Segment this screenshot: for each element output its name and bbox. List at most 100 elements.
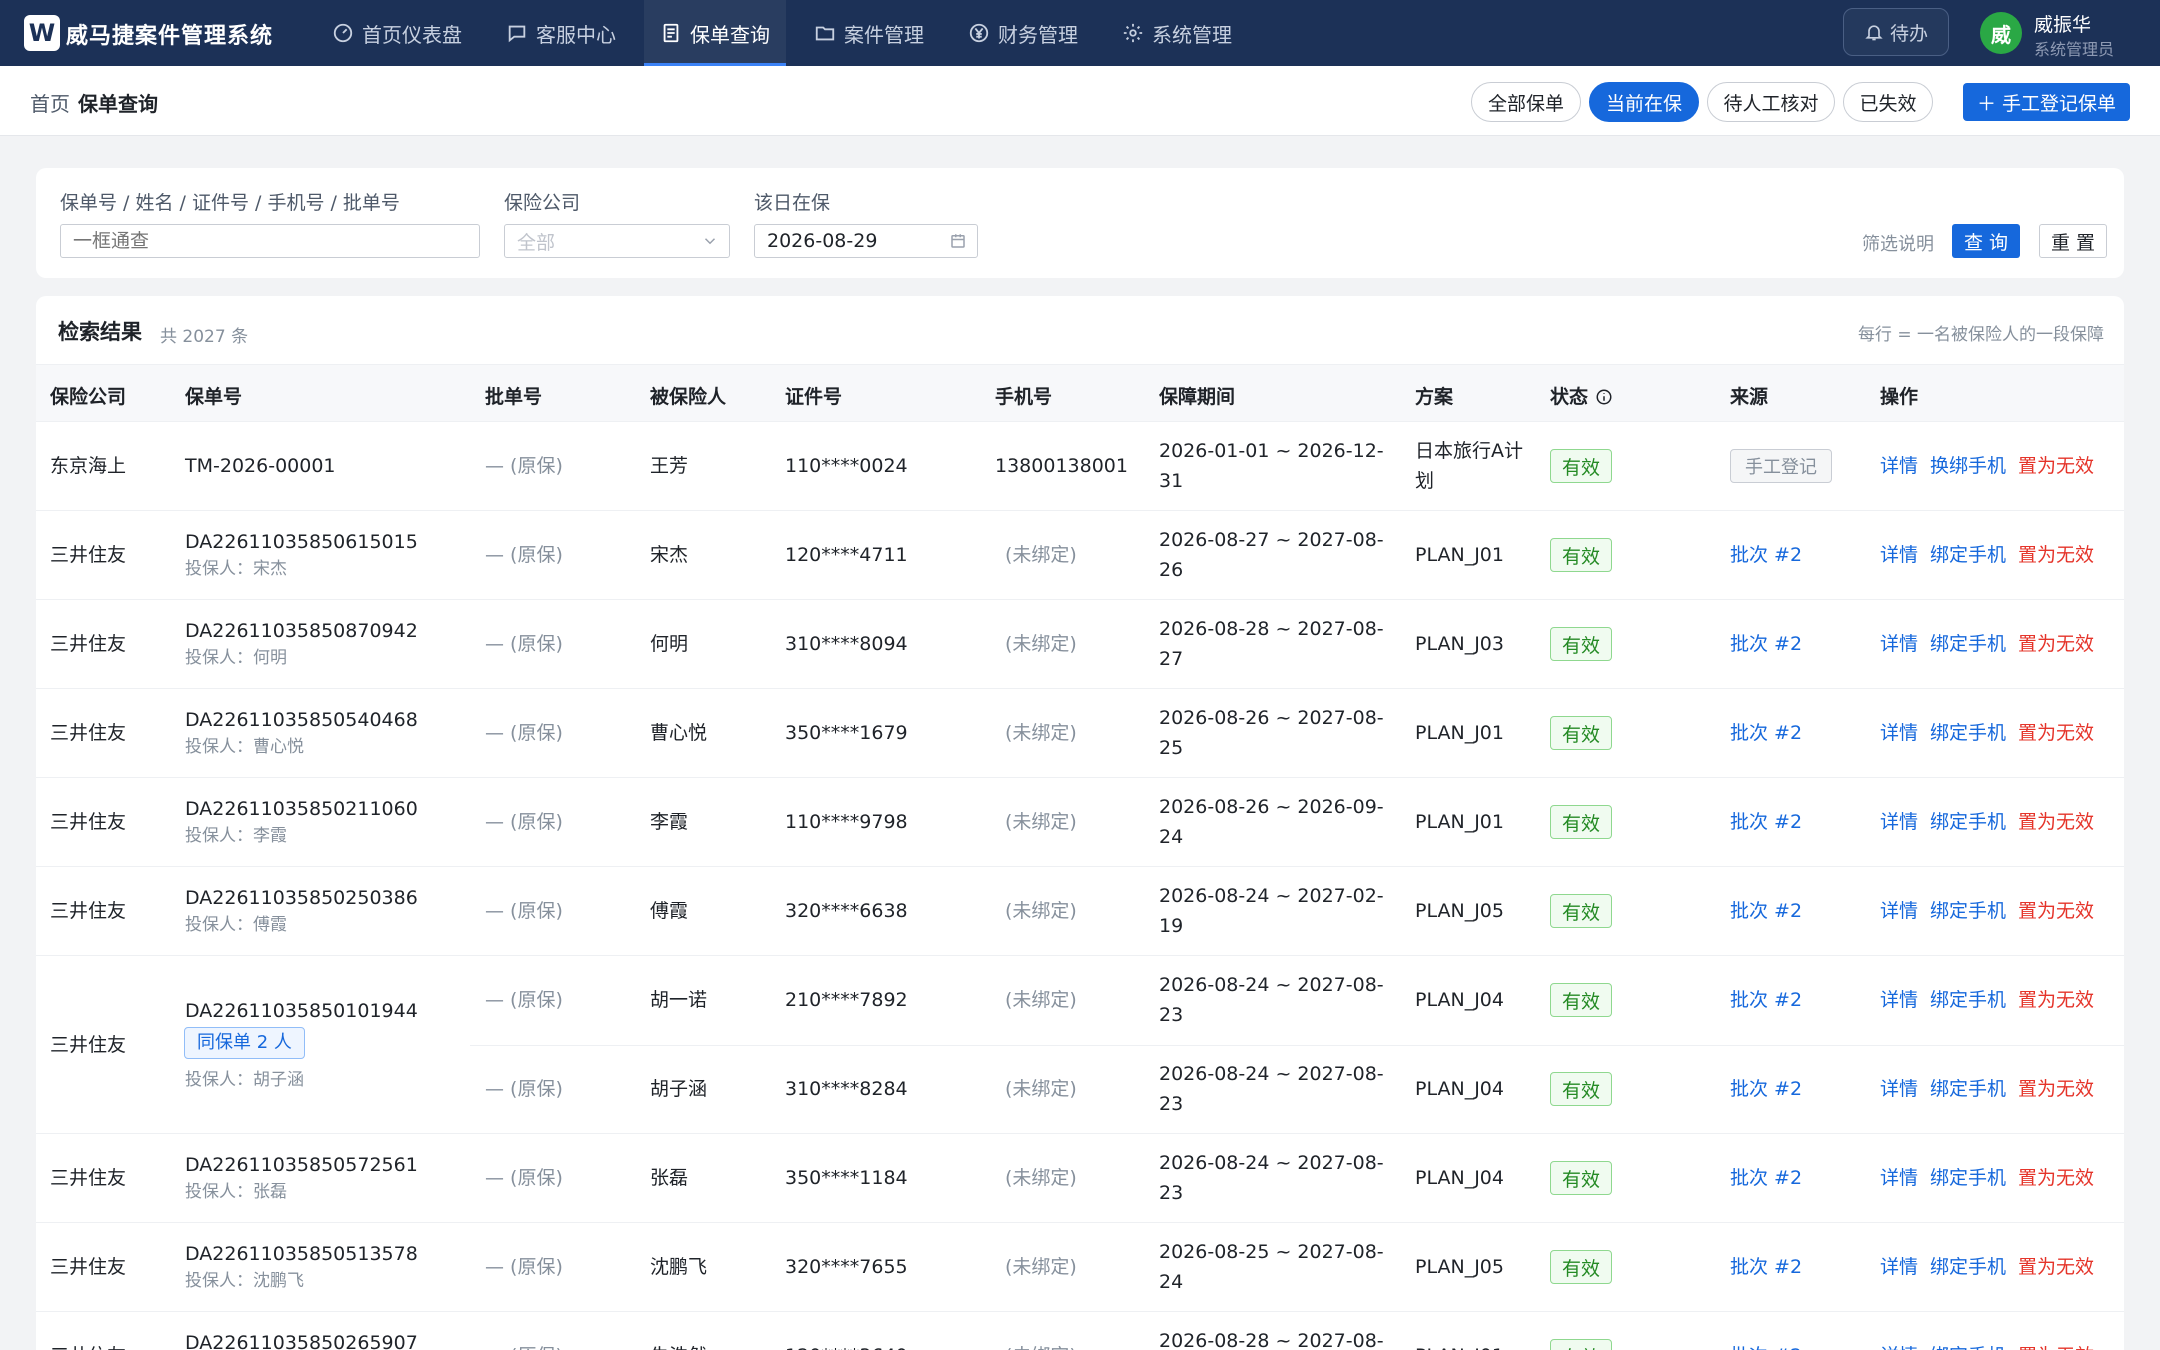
top-nav-bar: W 威马捷案件管理系统 首页仪表盘 客服中心 保单查询 案件管理 财务管理 系统… bbox=[0, 0, 2160, 66]
source-batch-link[interactable]: 批次 #2 bbox=[1730, 718, 1802, 748]
company-cell: 三井住友 bbox=[50, 1256, 127, 1278]
invalidate-link[interactable]: 置为无效 bbox=[2018, 989, 2094, 1011]
phone-bind-link[interactable]: 绑定手机 bbox=[1930, 989, 2006, 1011]
status-badge: 有效 bbox=[1550, 627, 1612, 661]
detail-link[interactable]: 详情 bbox=[1880, 544, 1918, 566]
endorsement-cell: — (原保) bbox=[485, 633, 563, 655]
status-badge: 有效 bbox=[1550, 1161, 1612, 1195]
phone-cell: (未绑定) bbox=[1005, 1167, 1077, 1189]
manual-register-button[interactable]: ＋ 手工登记保单 bbox=[1963, 83, 2130, 121]
detail-link[interactable]: 详情 bbox=[1880, 1345, 1918, 1350]
nav-item-finance[interactable]: 财务管理 bbox=[952, 0, 1094, 66]
todo-button[interactable]: 待办 bbox=[1843, 8, 1949, 56]
detail-link[interactable]: 详情 bbox=[1880, 811, 1918, 833]
policy-number-cell: DA22611035850250386 bbox=[185, 887, 418, 909]
invalidate-link[interactable]: 置为无效 bbox=[2018, 633, 2094, 655]
period-cell: 2026-08-24 ~ 2027-08-23 bbox=[1159, 974, 1384, 1026]
detail-link[interactable]: 详情 bbox=[1880, 1256, 1918, 1278]
source-batch-link[interactable]: 批次 #2 bbox=[1730, 807, 1802, 837]
source-batch-link[interactable]: 批次 #2 bbox=[1730, 1163, 1802, 1193]
source-batch-link[interactable]: 批次 #2 bbox=[1730, 1341, 1802, 1350]
info-icon[interactable] bbox=[1595, 388, 1613, 406]
insured-cell: 朱浩然 bbox=[650, 1341, 707, 1350]
phone-cell: (未绑定) bbox=[1005, 900, 1077, 922]
source-batch-link[interactable]: 批次 #2 bbox=[1730, 1252, 1802, 1282]
detail-link[interactable]: 详情 bbox=[1880, 633, 1918, 655]
source-batch-link[interactable]: 批次 #2 bbox=[1730, 896, 1802, 926]
phone-bind-link[interactable]: 绑定手机 bbox=[1930, 900, 2006, 922]
phone-cell: (未绑定) bbox=[995, 1341, 1077, 1350]
table-row: 三井住友 DA22611035850513578 投保人：沈鹏飞 — (原保) 沈鹏飞 3… bbox=[36, 1223, 2124, 1312]
nav-item-dashboard[interactable]: 首页仪表盘 bbox=[316, 0, 478, 66]
date-picker[interactable]: 2026-08-29 bbox=[754, 224, 978, 258]
plan-cell: PLAN_J01 bbox=[1415, 1341, 1535, 1350]
tab-pending-review[interactable]: 待人工核对 bbox=[1707, 82, 1835, 122]
col-policy-no: 保单号 bbox=[185, 386, 243, 408]
nav-item-service[interactable]: 客服中心 bbox=[490, 0, 632, 66]
tab-active-policies[interactable]: 当前在保 bbox=[1589, 82, 1699, 122]
nav-item-cases[interactable]: 案件管理 bbox=[798, 0, 940, 66]
endorsement-cell: — (原保) bbox=[485, 544, 563, 566]
policy-number-cell: DA22611035850101944 bbox=[185, 1000, 418, 1022]
phone-bind-link[interactable]: 绑定手机 bbox=[1930, 1256, 2006, 1278]
phone-bind-link[interactable]: 换绑手机 bbox=[1930, 455, 2006, 477]
avatar[interactable]: 威 bbox=[1980, 12, 2022, 54]
phone-bind-link[interactable]: 绑定手机 bbox=[1930, 722, 2006, 744]
invalidate-link[interactable]: 置为无效 bbox=[2018, 1078, 2094, 1100]
detail-link[interactable]: 详情 bbox=[1880, 1167, 1918, 1189]
status-badge: 有效 bbox=[1550, 894, 1612, 928]
invalidate-link[interactable]: 置为无效 bbox=[2018, 900, 2094, 922]
detail-link[interactable]: 详情 bbox=[1880, 1078, 1918, 1100]
keyword-search-input[interactable] bbox=[60, 224, 480, 258]
source-batch-link[interactable]: 批次 #2 bbox=[1730, 629, 1802, 659]
tab-all-policies[interactable]: 全部保单 bbox=[1471, 82, 1581, 122]
id-number-cell: 120****4711 bbox=[785, 544, 908, 566]
col-phone: 手机号 bbox=[995, 386, 1053, 408]
plan-cell: PLAN_J03 bbox=[1415, 633, 1504, 655]
invalidate-link[interactable]: 置为无效 bbox=[2018, 1167, 2094, 1189]
nav-item-policy-query[interactable]: 保单查询 bbox=[644, 0, 786, 66]
invalidate-link[interactable]: 置为无效 bbox=[2018, 1345, 2094, 1350]
source-batch-link[interactable]: 批次 #2 bbox=[1730, 540, 1802, 570]
phone-bind-link[interactable]: 绑定手机 bbox=[1930, 544, 2006, 566]
source-batch-link[interactable]: 批次 #2 bbox=[1730, 1074, 1802, 1104]
status-badge: 有效 bbox=[1550, 1250, 1612, 1284]
invalidate-link[interactable]: 置为无效 bbox=[2018, 544, 2094, 566]
plan-cell: PLAN_J04 bbox=[1415, 1167, 1504, 1189]
invalidate-link[interactable]: 置为无效 bbox=[2018, 1256, 2094, 1278]
period-cell: 2026-08-28 ~ 2027-08-27 bbox=[1159, 618, 1384, 670]
insured-cell: 胡一诺 bbox=[650, 989, 708, 1011]
breadcrumb-home[interactable]: 首页 bbox=[30, 88, 70, 117]
invalidate-link[interactable]: 置为无效 bbox=[2018, 811, 2094, 833]
row-actions: 详情绑定手机置为无效 bbox=[1880, 718, 2106, 748]
tab-expired[interactable]: 已失效 bbox=[1843, 82, 1933, 122]
phone-bind-link[interactable]: 绑定手机 bbox=[1930, 1078, 2006, 1100]
nav-item-system[interactable]: 系统管理 bbox=[1106, 0, 1248, 66]
policy-holder-cell: 投保人：何明 bbox=[185, 648, 287, 668]
user-name[interactable]: 威振华 bbox=[2034, 10, 2091, 37]
filter-help-link[interactable]: 筛选说明 bbox=[1862, 230, 1934, 256]
col-id-no: 证件号 bbox=[785, 386, 843, 408]
phone-bind-link[interactable]: 绑定手机 bbox=[1930, 811, 2006, 833]
query-button[interactable]: 查 询 bbox=[1952, 224, 2020, 258]
invalidate-link[interactable]: 置为无效 bbox=[2018, 455, 2094, 477]
phone-bind-link[interactable]: 绑定手机 bbox=[1930, 1345, 2006, 1350]
company-cell: 三井住友 bbox=[50, 1034, 127, 1056]
phone-bind-link[interactable]: 绑定手机 bbox=[1930, 1167, 2006, 1189]
plan-cell: PLAN_J05 bbox=[1415, 1256, 1504, 1278]
phone-bind-link[interactable]: 绑定手机 bbox=[1930, 633, 2006, 655]
detail-link[interactable]: 详情 bbox=[1880, 989, 1918, 1011]
phone-cell: 13800138001 bbox=[995, 455, 1128, 477]
invalidate-link[interactable]: 置为无效 bbox=[2018, 722, 2094, 744]
detail-link[interactable]: 详情 bbox=[1880, 900, 1918, 922]
reset-button[interactable]: 重 置 bbox=[2039, 224, 2107, 258]
detail-link[interactable]: 详情 bbox=[1880, 722, 1918, 744]
row-actions: 详情绑定手机置为无效 bbox=[1880, 1252, 2106, 1282]
source-batch-link[interactable]: 批次 #2 bbox=[1730, 985, 1802, 1015]
detail-link[interactable]: 详情 bbox=[1880, 455, 1918, 477]
source-badge: 手工登记 bbox=[1730, 449, 1832, 483]
insured-cell: 李霞 bbox=[650, 811, 689, 833]
plan-cell: PLAN_J01 bbox=[1415, 811, 1504, 833]
company-select[interactable]: 全部 bbox=[504, 224, 730, 258]
nav-item-label: 首页仪表盘 bbox=[362, 22, 462, 47]
